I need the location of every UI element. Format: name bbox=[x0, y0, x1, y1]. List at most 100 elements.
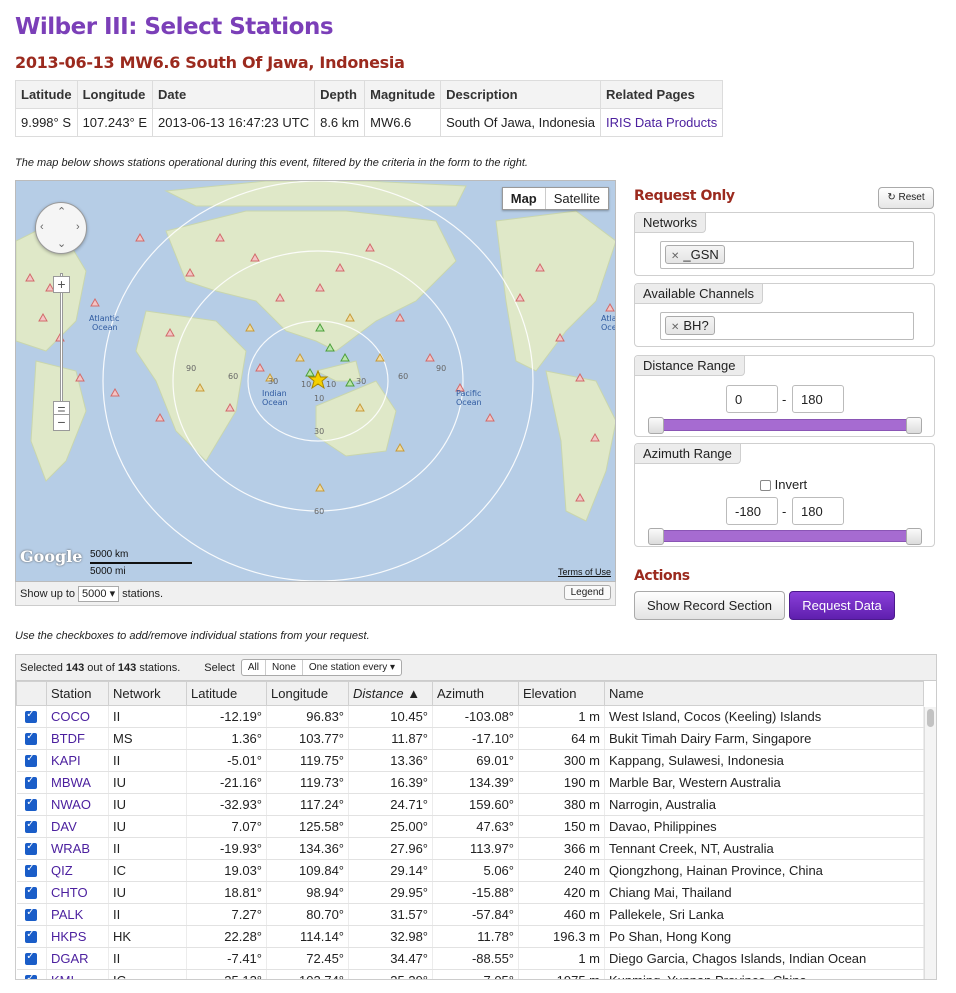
column-latitude[interactable]: Latitude bbox=[186, 681, 267, 706]
pan-up-icon[interactable]: ⌃ bbox=[57, 205, 66, 218]
distance-min-handle[interactable] bbox=[648, 417, 664, 434]
station-link[interactable]: DAV bbox=[51, 819, 77, 834]
station-link[interactable]: BTDF bbox=[51, 731, 85, 746]
channel-token[interactable]: ✕ BH? bbox=[665, 316, 715, 335]
invert-option[interactable]: Invert bbox=[760, 477, 807, 492]
station-longitude: 109.84° bbox=[266, 859, 349, 882]
azimuth-max-handle[interactable] bbox=[906, 528, 922, 545]
reset-button[interactable]: ↻ Reset bbox=[878, 187, 934, 209]
column-elevation[interactable]: Elevation bbox=[518, 681, 605, 706]
pan-down-icon[interactable]: ⌄ bbox=[57, 237, 66, 250]
station-checkbox[interactable] bbox=[25, 973, 38, 979]
stations-scrollbar[interactable] bbox=[924, 707, 936, 979]
column-azimuth[interactable]: Azimuth bbox=[432, 681, 519, 706]
column-station[interactable]: Station bbox=[46, 681, 109, 706]
station-checkbox[interactable] bbox=[25, 731, 38, 745]
station-link[interactable]: NWAO bbox=[51, 797, 91, 812]
station-network: II bbox=[108, 903, 187, 926]
station-distance: 11.87° bbox=[348, 727, 433, 750]
station-checkbox[interactable] bbox=[25, 951, 38, 965]
max-stations-select[interactable]: 5000 ▾ bbox=[78, 585, 120, 602]
table-row: HKPS HK22.28°114.14°32.98°11.78°196.3 mPo… bbox=[16, 925, 924, 948]
station-link[interactable]: QIZ bbox=[51, 863, 73, 878]
iris-data-products-link[interactable]: IRIS Data Products bbox=[606, 115, 717, 130]
station-link[interactable]: WRAB bbox=[51, 841, 90, 856]
map-type-map-button[interactable]: Map bbox=[503, 188, 546, 209]
request-data-button[interactable]: Request Data bbox=[789, 591, 895, 620]
select-none-button[interactable]: None bbox=[266, 660, 303, 675]
pan-left-icon[interactable]: ‹ bbox=[40, 221, 44, 233]
remove-token-icon[interactable]: ✕ bbox=[671, 322, 679, 333]
station-link[interactable]: COCO bbox=[51, 709, 90, 724]
column-longitude[interactable]: Longitude bbox=[266, 681, 349, 706]
remove-token-icon[interactable]: ✕ bbox=[671, 251, 679, 262]
station-name: Narrogin, Australia bbox=[604, 793, 924, 816]
station-link[interactable]: KAPI bbox=[51, 753, 81, 768]
station-elevation: 366 m bbox=[518, 837, 605, 860]
station-azimuth: 134.39° bbox=[432, 771, 519, 794]
station-azimuth: 113.97° bbox=[432, 837, 519, 860]
station-checkbox[interactable] bbox=[25, 863, 38, 877]
station-link[interactable]: HKPS bbox=[51, 929, 86, 944]
stations-label: stations. bbox=[122, 587, 164, 600]
azimuth-slider[interactable] bbox=[648, 528, 922, 545]
distance-slider[interactable] bbox=[648, 417, 922, 434]
station-checkbox[interactable] bbox=[25, 819, 38, 833]
legend-button[interactable]: Legend bbox=[563, 585, 611, 600]
station-link[interactable]: PALK bbox=[51, 907, 83, 922]
station-distance: 29.14° bbox=[348, 859, 433, 882]
azimuth-min-input[interactable]: -180 bbox=[726, 497, 778, 525]
zoom-in-button[interactable]: + bbox=[53, 276, 70, 293]
column-distance[interactable]: Distance ▲ bbox=[348, 681, 433, 706]
station-latitude: -19.93° bbox=[186, 837, 267, 860]
select-every-dropdown[interactable]: One station every ▾ bbox=[303, 660, 401, 675]
station-checkbox[interactable] bbox=[25, 797, 38, 811]
zoom-slider[interactable] bbox=[60, 273, 63, 409]
distance-max-handle[interactable] bbox=[906, 417, 922, 434]
column-network[interactable]: Network bbox=[108, 681, 187, 706]
station-name: Davao, Philippines bbox=[604, 815, 924, 838]
station-checkbox[interactable] bbox=[25, 753, 38, 767]
network-token[interactable]: ✕ _GSN bbox=[665, 245, 725, 264]
station-checkbox[interactable] bbox=[25, 709, 38, 723]
svg-text:60: 60 bbox=[228, 372, 238, 381]
station-link[interactable]: DGAR bbox=[51, 951, 89, 966]
selected-count: 143 bbox=[65, 661, 85, 674]
station-latitude: -5.01° bbox=[186, 749, 267, 772]
station-link[interactable]: MBWA bbox=[51, 775, 91, 790]
invert-label: Invert bbox=[774, 477, 808, 492]
show-record-section-button[interactable]: Show Record Section bbox=[634, 591, 785, 620]
column-name[interactable]: Name bbox=[604, 681, 924, 706]
channels-input[interactable]: ✕ BH? bbox=[660, 312, 914, 340]
networks-input[interactable]: ✕ _GSN bbox=[660, 241, 914, 269]
station-distance: 13.36° bbox=[348, 749, 433, 772]
svg-text:10: 10 bbox=[314, 394, 324, 403]
station-network: IC bbox=[108, 859, 187, 882]
station-longitude: 134.36° bbox=[266, 837, 349, 860]
zoom-out-button[interactable]: − bbox=[53, 414, 70, 431]
invert-checkbox[interactable] bbox=[760, 480, 771, 492]
station-checkbox[interactable] bbox=[25, 841, 38, 855]
station-map[interactable]: Atlantic Ocean Indian Ocean Pacific Ocean A… bbox=[15, 180, 616, 582]
station-checkbox[interactable] bbox=[25, 775, 38, 789]
event-table: Latitude Longitude Date Depth Magnitude … bbox=[15, 80, 724, 137]
azimuth-max-input[interactable]: 180 bbox=[792, 497, 844, 525]
station-checkbox[interactable] bbox=[25, 885, 38, 899]
station-distance: 35.39° bbox=[348, 969, 433, 979]
station-link[interactable]: CHTO bbox=[51, 885, 88, 900]
map-canvas: AtlanticOcean IndianOcean PacificOcean A… bbox=[16, 181, 615, 581]
select-all-button[interactable]: All bbox=[242, 660, 266, 675]
distance-min-input[interactable]: 0 bbox=[726, 385, 778, 413]
station-checkbox[interactable] bbox=[25, 929, 38, 943]
map-caption: The map below shows stations operational… bbox=[15, 157, 528, 169]
station-link[interactable]: KMI bbox=[51, 973, 74, 979]
svg-text:10: 10 bbox=[326, 380, 336, 389]
station-azimuth: 159.60° bbox=[432, 793, 519, 816]
pan-control[interactable]: ⌃ ⌄ ‹ › bbox=[35, 202, 87, 254]
azimuth-min-handle[interactable] bbox=[648, 528, 664, 545]
station-checkbox[interactable] bbox=[25, 907, 38, 921]
pan-right-icon[interactable]: › bbox=[76, 221, 80, 233]
map-type-satellite-button[interactable]: Satellite bbox=[546, 188, 608, 209]
terms-of-use-link[interactable]: Terms of Use bbox=[558, 567, 611, 577]
distance-max-input[interactable]: 180 bbox=[792, 385, 844, 413]
